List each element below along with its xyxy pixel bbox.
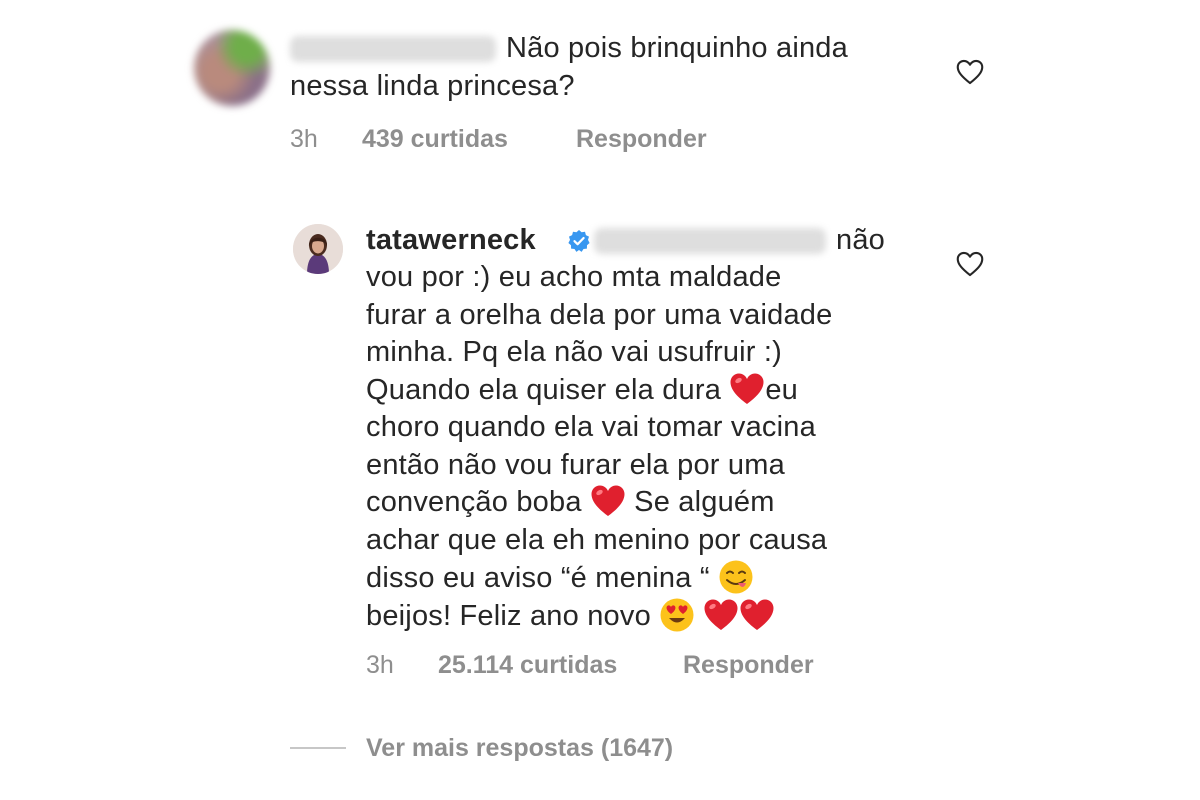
comment-line: furar a orelha dela por uma vaidade: [366, 298, 833, 331]
comment-line: vou por :) eu acho mta maldade: [366, 261, 782, 293]
comment-time: 3h: [290, 125, 318, 153]
heart-eyes-emoji: [660, 598, 694, 631]
red-heart-emoji: [704, 599, 738, 630]
comment-time: 3h: [366, 651, 394, 679]
heart-outline-icon[interactable]: [956, 251, 984, 277]
username-blurred[interactable]: [290, 36, 496, 62]
comment-text: Se alguém: [625, 486, 775, 518]
comment-line: minha. Pq ela não vai usufruir :): [366, 336, 783, 368]
comment-text: Quando ela quiser ela dura: [366, 373, 730, 406]
comment-text: nessa linda princesa?: [290, 70, 575, 102]
red-heart-emoji: [740, 599, 774, 630]
comment-text: convenção boba: [366, 486, 590, 518]
comment-text: beijos! Feliz ano novo: [366, 599, 660, 632]
comment-line: beijos! Feliz ano novo: [366, 597, 926, 635]
heart-outline-icon[interactable]: [956, 59, 984, 85]
comment-text: disso eu aviso “é menina “: [366, 562, 718, 594]
view-more-replies-button[interactable]: Ver mais respostas (1647): [366, 733, 673, 763]
face-savoring-food-emoji: [719, 560, 753, 594]
comment-text: não: [836, 224, 885, 256]
comment-text: Não pois brinquinho ainda: [506, 32, 848, 64]
reply-button[interactable]: Responder: [683, 650, 814, 680]
comment-body: vou por :) eu acho mta maldade furar a o…: [366, 259, 926, 634]
red-heart-emoji: [730, 373, 764, 404]
comment-line: disso eu aviso “é menina “: [366, 559, 926, 597]
username[interactable]: tatawerneck: [366, 222, 536, 260]
comment-line: Quando ela quiser ela dura eu: [366, 372, 926, 410]
avatar[interactable]: [293, 224, 343, 274]
comment-line: choro quando ela vai tomar vacina: [366, 411, 816, 443]
comment-line: achar que ela eh menino por causa: [366, 523, 828, 556]
comment-line: então não vou furar ela por uma: [366, 448, 785, 481]
red-heart-emoji: [591, 485, 625, 516]
divider-line: [290, 747, 346, 749]
likes-count[interactable]: 439 curtidas: [362, 124, 508, 154]
likes-count[interactable]: 25.114 curtidas: [438, 650, 617, 680]
reply-button[interactable]: Responder: [576, 124, 707, 154]
comment-text: eu: [765, 373, 798, 406]
comment-line: convenção boba Se alguém: [366, 484, 926, 522]
avatar-image: [293, 224, 343, 274]
verified-badge-icon: [568, 230, 590, 252]
avatar[interactable]: [194, 30, 270, 106]
mention-blurred[interactable]: [594, 228, 826, 254]
